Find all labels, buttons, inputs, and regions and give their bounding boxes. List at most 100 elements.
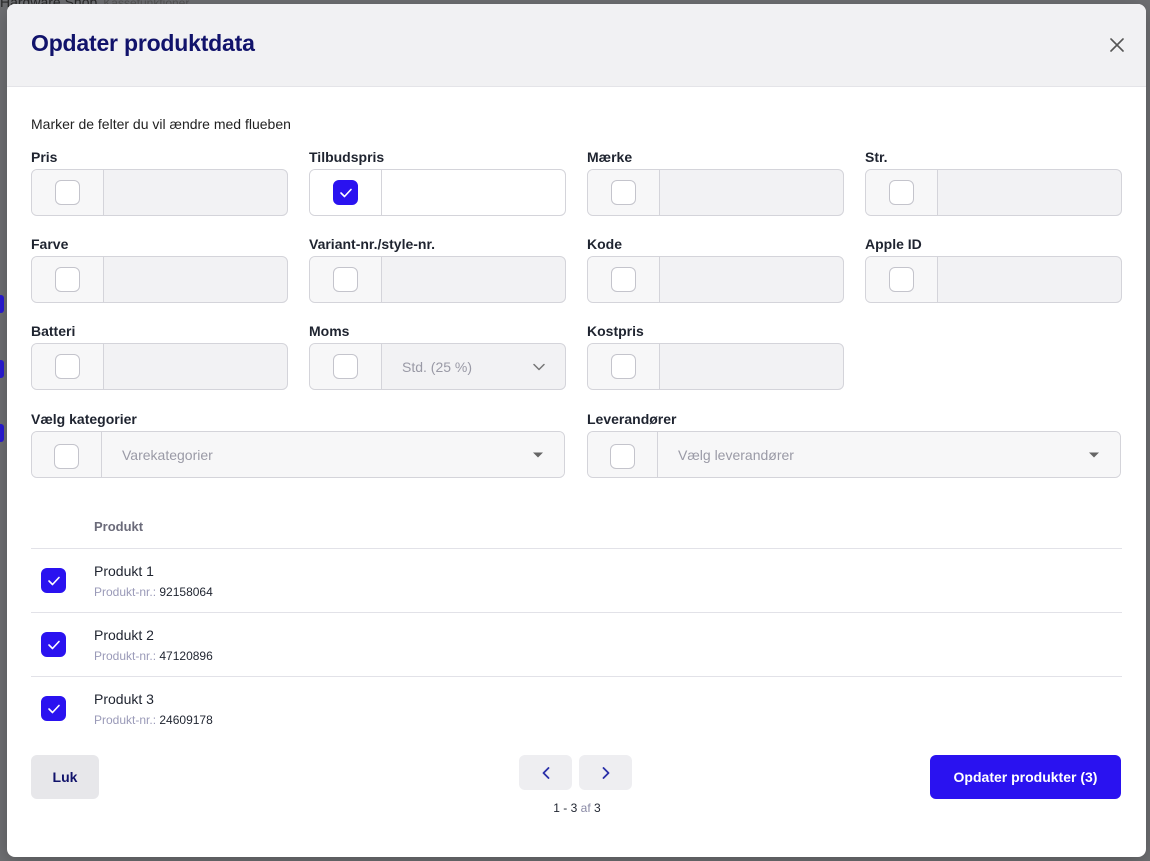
kategorier-input-group: Varekategorier (31, 431, 565, 478)
next-page-button[interactable] (579, 755, 632, 790)
field-kostpris: Kostpris (587, 323, 844, 390)
batteri-input-group (31, 343, 288, 390)
check-icon (47, 640, 60, 649)
field-str: Str. (865, 149, 1122, 216)
leverandorer-select[interactable]: Vælg leverandører (658, 432, 1120, 477)
variant-input[interactable] (382, 257, 565, 302)
field-tilbudspris: Tilbudspris (309, 149, 566, 216)
table-row: Produkt 3 Produkt-nr.: 24609178 (31, 677, 1122, 741)
product-number: Produkt-nr.: 24609178 (94, 713, 213, 727)
apple-id-input[interactable] (938, 257, 1121, 302)
instruction-text: Marker de felter du vil ændre med fluebe… (31, 116, 291, 132)
pris-checkbox[interactable] (55, 180, 80, 205)
pagination-info: 1 - 3 af 3 (553, 801, 601, 815)
field-label: Batteri (31, 323, 76, 339)
field-label: Variant-nr./style-nr. (309, 236, 436, 252)
tilbudspris-checkbox[interactable] (333, 180, 358, 205)
str-input-group (865, 169, 1122, 216)
kategorier-checkbox[interactable] (54, 443, 79, 469)
field-maerke: Mærke (587, 149, 844, 216)
tilbudspris-input[interactable] (382, 170, 565, 215)
table-row: Produkt 2 Produkt-nr.: 47120896 (31, 613, 1122, 677)
moms-checkbox[interactable] (333, 354, 358, 379)
product-name: Produkt 2 (94, 627, 154, 643)
update-products-modal: Opdater produktdata Marker de felter du … (7, 4, 1146, 857)
field-kode: Kode (587, 236, 844, 303)
kostpris-input-group (587, 343, 844, 390)
close-icon (1110, 38, 1124, 52)
chevron-left-icon (542, 766, 549, 779)
field-label: Pris (31, 149, 58, 165)
field-label: Leverandører (587, 411, 677, 427)
farve-input-group (31, 256, 288, 303)
kategorier-select[interactable]: Varekategorier (102, 432, 564, 477)
maerke-input-group (587, 169, 844, 216)
caret-down-icon (533, 452, 543, 457)
check-icon (339, 188, 352, 197)
field-moms: Moms Std. (25 %) (309, 323, 566, 390)
farve-checkbox[interactable] (55, 267, 80, 292)
variant-checkbox[interactable] (333, 267, 358, 292)
farve-input[interactable] (104, 257, 287, 302)
kategorier-placeholder: Varekategorier (122, 446, 213, 463)
backdrop-marker (0, 295, 4, 313)
table-header-product: Produkt (31, 509, 1122, 549)
tilbudspris-input-group (309, 169, 566, 216)
caret-down-icon (1089, 452, 1099, 457)
kostpris-input[interactable] (660, 344, 843, 389)
field-label: Mærke (587, 149, 633, 165)
prev-page-button[interactable] (519, 755, 572, 790)
kode-checkbox[interactable] (611, 267, 636, 292)
field-label: Apple ID (865, 236, 922, 252)
field-label: Vælg kategorier (31, 411, 137, 427)
field-apple-id: Apple ID (865, 236, 1122, 303)
leverandorer-placeholder: Vælg leverandører (678, 446, 794, 463)
field-leverandorer: Leverandører Vælg leverandører (587, 411, 1121, 478)
field-batteri: Batteri (31, 323, 288, 390)
table-row: Produkt 1 Produkt-nr.: 92158064 (31, 549, 1122, 613)
str-input[interactable] (938, 170, 1121, 215)
str-checkbox[interactable] (889, 180, 914, 205)
apple-id-checkbox[interactable] (889, 267, 914, 292)
field-kategorier: Vælg kategorier Varekategorier (31, 411, 565, 478)
kostpris-checkbox[interactable] (611, 354, 636, 379)
backdrop-marker (0, 424, 4, 442)
check-icon (47, 576, 60, 585)
close-modal-button[interactable] (1106, 34, 1128, 56)
moms-select[interactable]: Std. (25 %) (382, 344, 565, 389)
row-checkbox[interactable] (41, 568, 66, 593)
maerke-input[interactable] (660, 170, 843, 215)
update-products-button[interactable]: Opdater produkter (3) (930, 755, 1121, 799)
products-table: Produkt Produkt 1 Produkt-nr.: 92158064 … (31, 509, 1122, 741)
field-label: Kostpris (587, 323, 644, 339)
moms-input-group: Std. (25 %) (309, 343, 566, 390)
kode-input-group (587, 256, 844, 303)
field-label: Tilbudspris (309, 149, 385, 165)
check-icon (47, 704, 60, 713)
product-number: Produkt-nr.: 47120896 (94, 649, 213, 663)
kode-input[interactable] (660, 257, 843, 302)
chevron-down-icon (533, 363, 545, 370)
field-label: Farve (31, 236, 69, 252)
moms-selected-value: Std. (25 %) (402, 358, 473, 375)
apple-id-input-group (865, 256, 1122, 303)
batteri-input[interactable] (104, 344, 287, 389)
field-label: Kode (587, 236, 622, 252)
maerke-checkbox[interactable] (611, 180, 636, 205)
row-checkbox[interactable] (41, 696, 66, 721)
modal-header: Opdater produktdata (7, 4, 1146, 87)
batteri-checkbox[interactable] (55, 354, 80, 379)
field-label: Moms (309, 323, 350, 339)
product-name: Produkt 1 (94, 563, 154, 579)
close-button[interactable]: Luk (31, 755, 99, 799)
field-label: Str. (865, 149, 888, 165)
pris-input[interactable] (104, 170, 287, 215)
row-checkbox[interactable] (41, 632, 66, 657)
field-farve: Farve (31, 236, 288, 303)
variant-input-group (309, 256, 566, 303)
leverandorer-checkbox[interactable] (610, 443, 635, 469)
backdrop-marker (0, 360, 4, 378)
field-variant: Variant-nr./style-nr. (309, 236, 566, 303)
product-number: Produkt-nr.: 92158064 (94, 585, 213, 599)
pris-input-group (31, 169, 288, 216)
